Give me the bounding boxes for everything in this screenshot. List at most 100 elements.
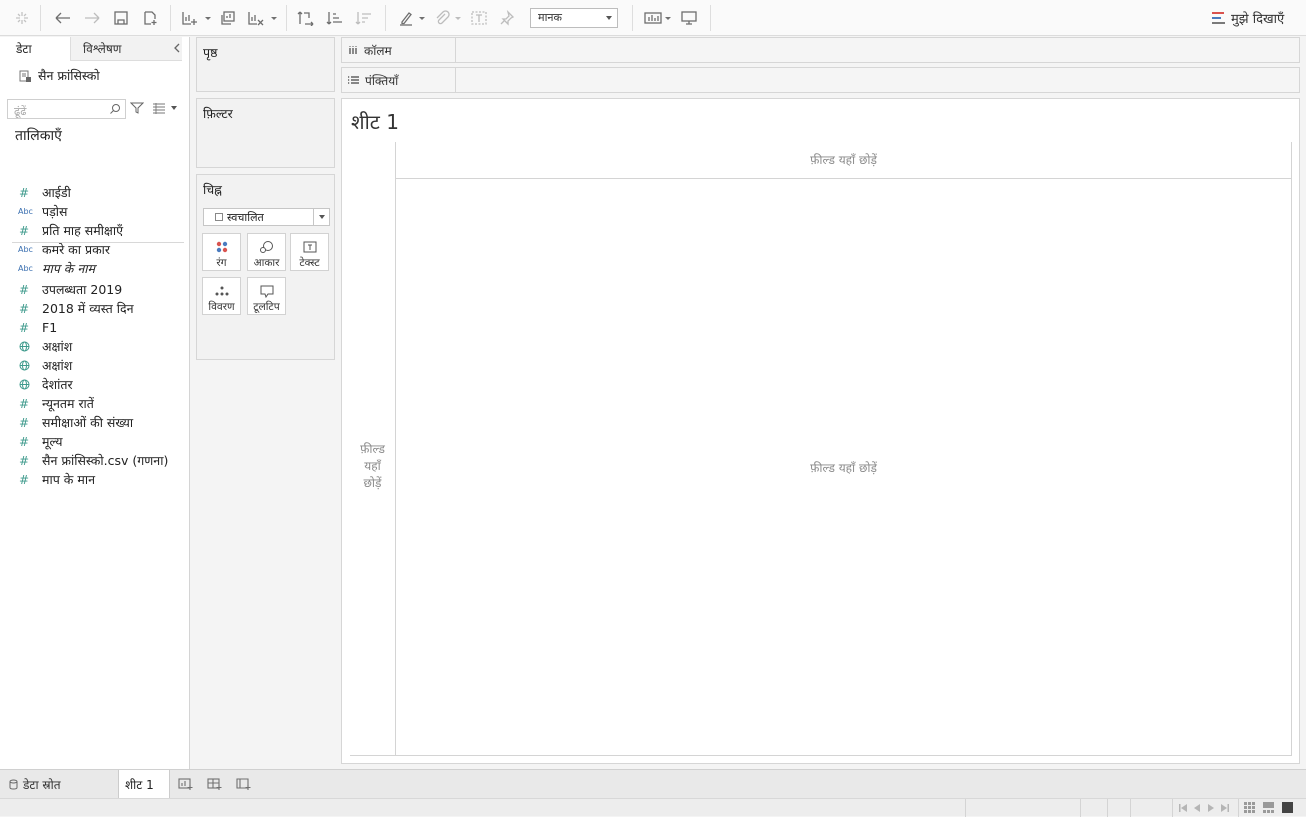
last-sheet-icon[interactable] xyxy=(1220,803,1230,813)
text-button[interactable]: टेक्स्ट xyxy=(290,233,329,271)
sort-ascending-icon[interactable] xyxy=(325,7,345,29)
field-item[interactable]: #2018 में व्यस्त दिन xyxy=(0,299,190,318)
pin-icon[interactable] xyxy=(497,7,517,29)
group-icon[interactable] xyxy=(432,7,452,29)
chevron-down-icon[interactable] xyxy=(313,209,329,225)
size-button[interactable]: आकार xyxy=(247,233,286,271)
datasource-icon xyxy=(19,70,31,82)
new-worksheet-caret-icon[interactable] xyxy=(205,11,213,25)
filmstrip-icon[interactable] xyxy=(1263,802,1274,813)
show-cards-caret-icon[interactable] xyxy=(665,11,673,25)
field-item[interactable]: # आईडी xyxy=(0,183,190,202)
number-type-icon: # xyxy=(19,301,30,316)
group-caret-icon[interactable] xyxy=(455,11,463,25)
detail-button[interactable]: विवरण xyxy=(202,277,241,315)
search-field[interactable] xyxy=(7,99,126,121)
next-sheet-icon[interactable] xyxy=(1206,803,1216,813)
marks-card: चिह्न स्वचालित रंग आकार टेक्स्ट विवरण टू… xyxy=(196,174,335,360)
duplicate-sheet-icon[interactable] xyxy=(218,7,238,29)
drop-field-rows-zone[interactable]: फ़ील्ड यहाँ छोड़ें xyxy=(350,441,395,492)
search-icon[interactable] xyxy=(109,103,121,115)
filters-card[interactable]: फ़िल्टर xyxy=(196,98,335,168)
new-datasource-icon[interactable] xyxy=(140,7,160,29)
worksheet-view[interactable]: शीट 1 फ़ील्ड यहाँ छोड़ें फ़ील्ड यहाँ छोड… xyxy=(341,98,1300,764)
sheet-tab-bar: डेटा स्रोत शीट 1 xyxy=(0,769,1306,798)
show-cards-icon[interactable] xyxy=(642,7,664,29)
field-item[interactable]: Abc पड़ोस xyxy=(0,202,190,221)
tableau-logo-icon[interactable] xyxy=(12,7,32,29)
field-item[interactable]: Abc माप के नाम xyxy=(0,259,190,278)
highlight-caret-icon[interactable] xyxy=(419,11,427,25)
search-input[interactable] xyxy=(8,102,104,121)
tab-sheet-1[interactable]: शीट 1 xyxy=(118,770,170,798)
tooltip-icon xyxy=(260,285,273,298)
toolbar-separator xyxy=(710,5,711,31)
save-icon[interactable] xyxy=(111,7,131,29)
view-grid: फ़ील्ड यहाँ छोड़ें फ़ील्ड यहाँ छोड़ें फ़… xyxy=(350,142,1292,756)
undo-icon[interactable] xyxy=(53,7,73,29)
field-label: F1 xyxy=(42,320,58,335)
field-item[interactable]: अक्षांश xyxy=(0,337,190,356)
field-item[interactable]: # समीक्षाओं की संख्या xyxy=(0,413,190,432)
new-worksheet-tab-icon[interactable] xyxy=(177,776,195,792)
drop-field-center-zone[interactable]: फ़ील्ड यहाँ छोड़ें xyxy=(395,459,1292,476)
presentation-icon[interactable] xyxy=(679,7,699,29)
color-label: रंग xyxy=(216,257,227,269)
highlight-icon[interactable] xyxy=(396,7,416,29)
new-dashboard-tab-icon[interactable] xyxy=(206,776,224,792)
toolbar-separator xyxy=(286,5,287,31)
tables-header: तालिकाएँ xyxy=(15,128,62,144)
sheet-title[interactable]: शीट 1 xyxy=(351,108,399,135)
sort-descending-icon[interactable] xyxy=(354,7,374,29)
columns-shelf[interactable]: कॉलम xyxy=(341,37,1300,63)
size-label: आकार xyxy=(253,257,280,269)
new-story-tab-icon[interactable] xyxy=(235,776,253,792)
field-item[interactable]: # माप के मान xyxy=(0,470,190,489)
single-sheet-icon[interactable] xyxy=(1282,802,1293,813)
labels-icon[interactable] xyxy=(469,7,489,29)
field-item[interactable]: अक्षांश xyxy=(0,356,190,375)
rows-shelf[interactable]: पंक्तियाँ xyxy=(341,67,1300,93)
first-sheet-icon[interactable] xyxy=(1178,803,1188,813)
status-separator xyxy=(1172,799,1173,817)
field-item[interactable]: # F1 xyxy=(0,318,190,337)
drop-rows-line: छोड़ें xyxy=(363,476,382,490)
status-bar xyxy=(0,798,1306,817)
view-options-caret-icon[interactable] xyxy=(171,106,177,110)
field-item[interactable]: देशांतर xyxy=(0,375,190,394)
fit-dropdown[interactable]: मानक xyxy=(530,8,618,28)
datasource-item[interactable]: सैन फ्रांसिस्को xyxy=(18,67,100,84)
clear-sheet-caret-icon[interactable] xyxy=(271,11,279,25)
sheet-sorter-icon[interactable] xyxy=(1244,802,1255,813)
globe-icon xyxy=(0,379,42,390)
tab-data[interactable]: डेटा xyxy=(0,37,70,61)
toolbar-separator xyxy=(632,5,633,31)
tab-datasource[interactable]: डेटा स्रोत xyxy=(0,770,118,798)
pages-card[interactable]: पृष्ठ xyxy=(196,37,335,92)
field-item[interactable]: # सैन फ्रांसिस्को.csv (गणना) xyxy=(0,451,190,470)
field-item[interactable]: # मूल्य xyxy=(0,432,190,451)
field-item[interactable]: # प्रति माह समीक्षाएँ xyxy=(0,221,190,240)
swap-icon[interactable] xyxy=(296,7,316,29)
previous-sheet-icon[interactable] xyxy=(1192,803,1202,813)
tooltip-button[interactable]: टूलटिप xyxy=(247,277,286,315)
field-label: अक्षांश xyxy=(42,358,73,373)
rows-icon xyxy=(348,76,359,84)
new-worksheet-icon[interactable] xyxy=(180,7,200,29)
redo-icon[interactable] xyxy=(82,7,102,29)
data-pane: डेटा विश्लेषण सैन फ्रांसिस्को तालिकाएँ #… xyxy=(0,37,190,769)
field-item[interactable]: # उपलब्धता 2019 xyxy=(0,280,190,299)
color-button[interactable]: रंग xyxy=(202,233,241,271)
string-type-icon: Abc xyxy=(18,264,33,273)
collapse-pane-icon[interactable] xyxy=(172,42,182,54)
show-me-button[interactable]: मुझे दिखाएँ xyxy=(1212,9,1284,27)
grid-line xyxy=(395,142,396,755)
clear-sheet-icon[interactable] xyxy=(246,7,266,29)
drop-field-columns-zone[interactable]: फ़ील्ड यहाँ छोड़ें xyxy=(395,151,1292,168)
tab-analytics[interactable]: विश्लेषण xyxy=(70,37,182,61)
filter-icon[interactable] xyxy=(130,101,144,115)
mark-type-dropdown[interactable]: स्वचालित xyxy=(203,208,330,226)
field-item[interactable]: # न्यूनतम रातें xyxy=(0,394,190,413)
status-separator xyxy=(1107,799,1108,817)
view-options-icon[interactable] xyxy=(152,102,166,114)
